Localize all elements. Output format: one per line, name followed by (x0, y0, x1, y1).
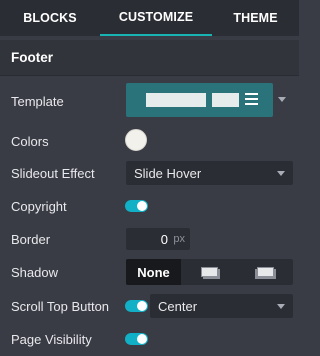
colors-label: Colors (11, 134, 49, 149)
border-width-value: 0 (160, 232, 168, 247)
hamburger-menu-icon (245, 93, 258, 106)
shadow-label: Shadow (11, 265, 58, 280)
tab-theme[interactable]: THEME (212, 0, 299, 36)
footer-color-swatch[interactable] (125, 129, 147, 151)
page-visibility-toggle[interactable] (125, 333, 148, 345)
template-dropdown-chevron-icon[interactable] (278, 97, 286, 102)
section-title: Footer (11, 50, 53, 65)
copyright-toggle[interactable] (125, 200, 148, 212)
shadow-large-button[interactable] (237, 259, 293, 285)
shadow-none-button[interactable]: None (126, 259, 181, 285)
shadow-small-button[interactable] (181, 259, 237, 285)
template-preview-bar (146, 93, 206, 107)
slideout-effect-select[interactable]: Slide Hover (126, 161, 293, 185)
slideout-effect-label: Slideout Effect (11, 166, 95, 181)
toggle-knob (137, 301, 147, 311)
page-visibility-label: Page Visibility (11, 332, 92, 347)
border-width-input[interactable]: 0 px (126, 228, 190, 250)
shadow-segmented-control: None (126, 259, 293, 285)
scroll-top-toggle[interactable] (125, 300, 148, 312)
toggle-knob (137, 201, 147, 211)
template-selector[interactable] (126, 83, 273, 117)
footer-section-header: Footer (0, 40, 299, 76)
template-label: Template (11, 94, 64, 109)
scroll-top-button-label: Scroll Top Button (11, 299, 110, 314)
tab-blocks[interactable]: BLOCKS (0, 0, 100, 36)
shadow-large-icon (256, 267, 274, 277)
template-preview-block (212, 93, 239, 107)
scroll-top-position-select[interactable]: Center (150, 294, 293, 318)
slideout-effect-value: Slide Hover (134, 166, 202, 181)
chevron-down-icon (277, 171, 285, 176)
tab-customize[interactable]: CUSTOMIZE (100, 0, 212, 36)
chevron-down-icon (277, 304, 285, 309)
top-tab-bar: BLOCKS CUSTOMIZE THEME (0, 0, 299, 36)
shadow-small-icon (200, 267, 218, 277)
scroll-top-position-value: Center (158, 299, 198, 314)
copyright-label: Copyright (11, 199, 67, 214)
border-label: Border (11, 232, 51, 247)
border-width-unit: px (173, 233, 185, 245)
toggle-knob (137, 334, 147, 344)
